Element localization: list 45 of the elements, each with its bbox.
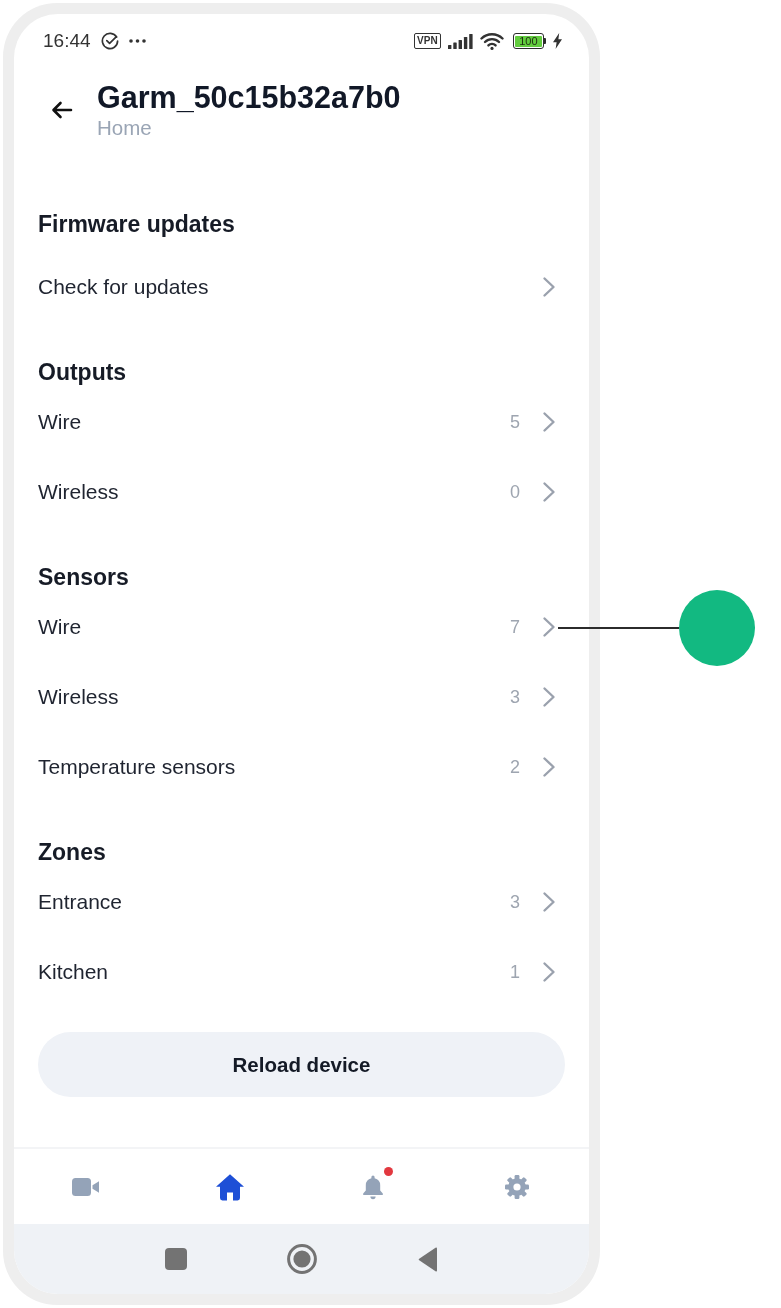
more-dots-icon xyxy=(128,39,146,43)
list-item[interactable]: Wire xyxy=(38,615,82,639)
chevron-right-icon xyxy=(542,891,556,913)
reload-button[interactable]: Reload device xyxy=(38,1032,565,1097)
list-item[interactable]: Wireless xyxy=(38,480,119,504)
wifi-icon xyxy=(479,32,504,50)
list-item[interactable]: Entrance xyxy=(38,890,123,914)
list-item[interactable]: Kitchen xyxy=(38,960,109,984)
chevron-right-icon xyxy=(542,961,556,983)
section-heading: Outputs xyxy=(38,358,127,387)
item-count: 1 xyxy=(510,961,520,983)
chevron-right-icon xyxy=(542,411,556,433)
charging-bolt-icon xyxy=(553,33,562,49)
home-icon[interactable] xyxy=(214,1172,245,1201)
section-heading: Sensors xyxy=(38,563,129,592)
bell-icon[interactable] xyxy=(361,1173,386,1200)
chevron-right-icon xyxy=(542,481,556,503)
item-count: 0 xyxy=(510,481,520,503)
chevron-right-icon xyxy=(542,686,556,708)
chevron-right-icon xyxy=(542,756,556,778)
item-count: 5 xyxy=(510,411,520,433)
chevron-right-icon xyxy=(542,616,556,638)
ring-nav-icon[interactable] xyxy=(286,1244,317,1274)
device-title: Garm_50c15b32a7b0 xyxy=(97,80,401,114)
item-count: 2 xyxy=(510,756,520,778)
check-circle-icon xyxy=(100,32,119,50)
status-time: 16:44 xyxy=(43,30,91,52)
item-count: 7 xyxy=(510,616,520,638)
location-subtitle: Home xyxy=(97,116,153,140)
signal-bars-icon xyxy=(447,33,473,49)
section-heading: Zones xyxy=(38,838,106,867)
list-item[interactable]: Temperature sensors xyxy=(38,755,236,779)
vpn-indicator: VPN xyxy=(414,33,441,49)
video-camera-icon[interactable] xyxy=(71,1176,100,1197)
list-item[interactable]: Check for updates xyxy=(38,275,209,299)
chevron-right-icon xyxy=(542,276,556,298)
section-heading: Firmware updates xyxy=(38,210,235,239)
list-item[interactable]: Wireless xyxy=(38,685,119,709)
square-nav-icon[interactable] xyxy=(164,1248,187,1270)
gear-icon[interactable] xyxy=(505,1174,530,1199)
back-triangle-icon[interactable] xyxy=(417,1246,438,1272)
item-count: 3 xyxy=(510,891,520,913)
battery-indicator: 100 xyxy=(512,33,546,49)
list-item[interactable]: Wire xyxy=(38,410,82,434)
item-count: 3 xyxy=(510,686,520,708)
